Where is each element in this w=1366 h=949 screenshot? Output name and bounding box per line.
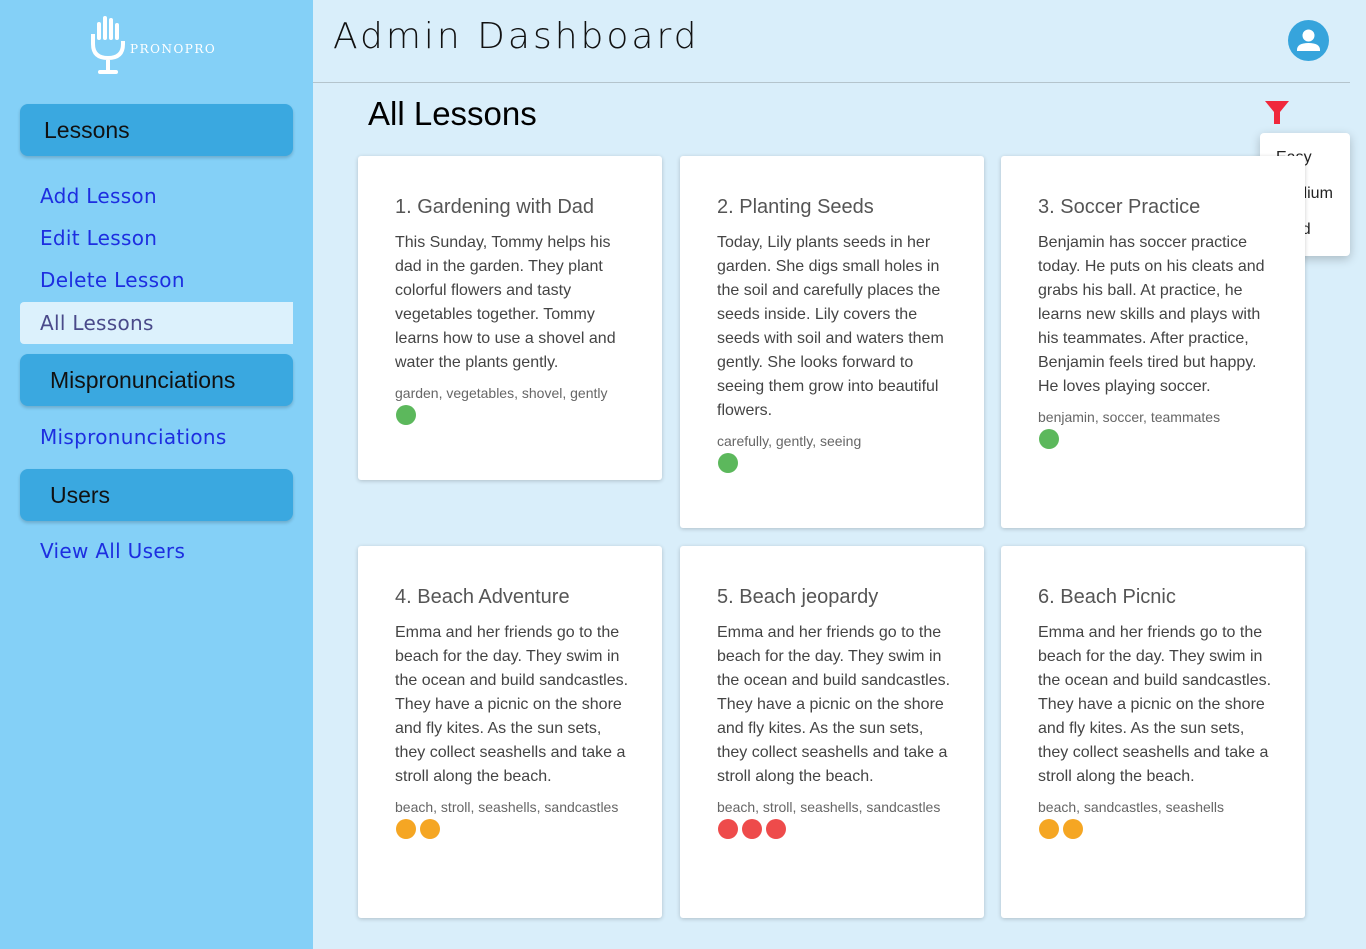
header-divider xyxy=(313,82,1350,83)
difficulty-dot-medium xyxy=(1039,819,1059,839)
lesson-title: 2. Planting Seeds xyxy=(717,196,874,218)
sidebar-link-mispronunciations[interactable]: Mispronunciations xyxy=(20,416,293,458)
sidebar-header-users[interactable]: Users xyxy=(20,469,293,521)
lesson-title: 3. Soccer Practice xyxy=(1038,196,1201,218)
filter-button[interactable] xyxy=(1263,99,1291,127)
difficulty-dot-medium xyxy=(420,819,440,839)
lesson-keywords: beach, stroll, seashells, sandcastles xyxy=(717,799,941,815)
lesson-text: Emma and her friends go to the beach for… xyxy=(395,624,629,785)
lesson-keywords: carefully, gently, seeing xyxy=(717,433,862,449)
lesson-keywords: beach, sandcastles, seashells xyxy=(1038,799,1224,815)
difficulty-dot-easy xyxy=(396,405,416,425)
sidebar: PRONOPRO Lessons Add Lesson Edit Lesson … xyxy=(0,0,313,949)
lesson-card[interactable]: 4. Beach Adventure Emma and her friends … xyxy=(358,546,662,918)
sidebar-link-delete-lesson[interactable]: Delete Lesson xyxy=(20,259,293,301)
difficulty-dot-hard xyxy=(766,819,786,839)
sidebar-link-all-lessons[interactable]: All Lessons xyxy=(20,302,293,344)
brand-logo[interactable]: PRONOPRO xyxy=(88,14,228,78)
lesson-title: 1. Gardening with Dad xyxy=(395,196,595,218)
lesson-text: Emma and her friends go to the beach for… xyxy=(717,624,951,785)
sidebar-link-edit-lesson[interactable]: Edit Lesson xyxy=(20,217,293,259)
lesson-text: This Sunday, Tommy helps his dad in the … xyxy=(395,234,616,371)
sidebar-header-mispronunciations[interactable]: Mispronunciations xyxy=(20,354,293,406)
lesson-keywords: garden, vegetables, shovel, gently xyxy=(395,385,608,401)
brand-name: PRONOPRO xyxy=(130,42,217,56)
difficulty-indicator xyxy=(718,819,952,839)
lesson-card[interactable]: 3. Soccer Practice Benjamin has soccer p… xyxy=(1001,156,1305,528)
sidebar-link-view-all-users[interactable]: View All Users xyxy=(20,530,293,572)
sidebar-header-lessons[interactable]: Lessons xyxy=(20,104,293,156)
difficulty-indicator xyxy=(718,453,952,473)
lesson-text: Emma and her friends go to the beach for… xyxy=(1038,624,1272,785)
difficulty-indicator xyxy=(1039,819,1273,839)
lesson-keywords: benjamin, soccer, teammates xyxy=(1038,409,1221,425)
difficulty-dot-hard xyxy=(718,819,738,839)
difficulty-dot-medium xyxy=(1063,819,1083,839)
microphone-hand-icon xyxy=(91,16,125,74)
page-title: All Lessons xyxy=(368,95,537,132)
lesson-text: Benjamin has soccer practice today. He p… xyxy=(1038,234,1265,395)
lesson-card[interactable]: 1. Gardening with Dad This Sunday, Tommy… xyxy=(358,156,662,480)
sidebar-link-add-lesson[interactable]: Add Lesson xyxy=(20,175,293,217)
difficulty-indicator xyxy=(396,405,630,425)
difficulty-dot-easy xyxy=(718,453,738,473)
dashboard-title: Admin Dashboard xyxy=(333,16,700,57)
difficulty-dot-hard xyxy=(742,819,762,839)
lesson-card[interactable]: 6. Beach Picnic Emma and her friends go … xyxy=(1001,546,1305,918)
difficulty-dot-easy xyxy=(1039,429,1059,449)
user-avatar[interactable] xyxy=(1288,20,1329,61)
lesson-title: 4. Beach Adventure xyxy=(395,586,570,608)
lesson-title: 5. Beach jeopardy xyxy=(717,586,879,608)
user-icon xyxy=(1297,29,1320,51)
lesson-title: 6. Beach Picnic xyxy=(1038,586,1176,608)
funnel-icon xyxy=(1265,101,1289,124)
difficulty-dot-medium xyxy=(396,819,416,839)
lesson-keywords: beach, stroll, seashells, sandcastles xyxy=(395,799,619,815)
difficulty-indicator xyxy=(1039,429,1273,449)
difficulty-indicator xyxy=(396,819,630,839)
lesson-text: Today, Lily plants seeds in her garden. … xyxy=(717,234,944,419)
lesson-card[interactable]: 5. Beach jeopardy Emma and her friends g… xyxy=(680,546,984,918)
lesson-card[interactable]: 2. Planting Seeds Today, Lily plants see… xyxy=(680,156,984,528)
